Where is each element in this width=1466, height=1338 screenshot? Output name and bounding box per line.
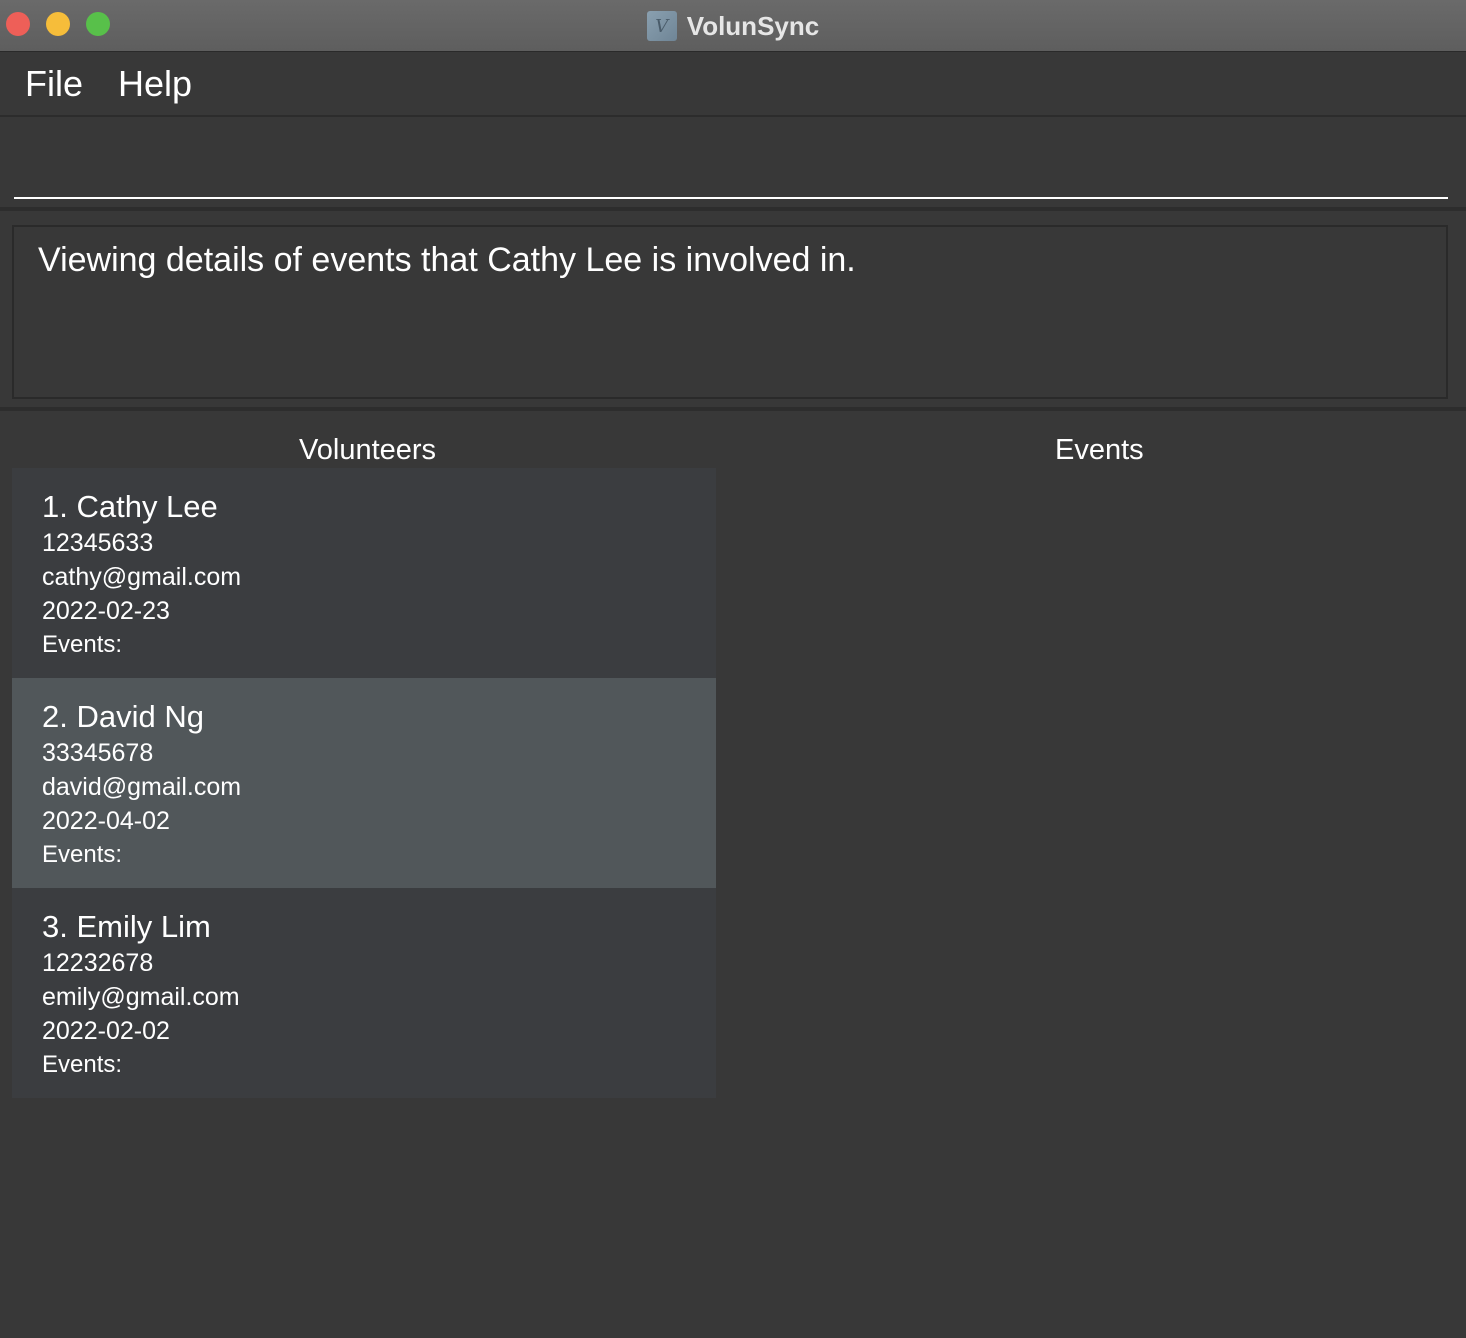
menu-bar: File Help xyxy=(0,53,1466,117)
volunteer-list[interactable]: 1. Cathy Lee 12345633 cathy@gmail.com 20… xyxy=(12,468,716,1098)
volunteer-email: cathy@gmail.com xyxy=(42,563,242,591)
result-message: Viewing details of events that Cathy Lee… xyxy=(38,241,856,279)
volunteer-card[interactable]: 1. Cathy Lee 12345633 cathy@gmail.com 20… xyxy=(12,468,716,678)
window-title: VolunSync xyxy=(686,10,820,41)
volunteer-events-label: Events: xyxy=(42,1051,123,1078)
volunteer-card-selected[interactable]: 2. David Ng 33345678 david@gmail.com 202… xyxy=(12,678,716,888)
volunteer-name: 1. Cathy Lee xyxy=(42,489,218,524)
volunteer-date: 2022-04-02 xyxy=(42,807,170,835)
volunteer-name: 3. Emily Lim xyxy=(42,909,211,944)
volunteer-date: 2022-02-02 xyxy=(42,1017,170,1045)
events-list xyxy=(740,468,1454,1328)
volunteer-date: 2022-02-23 xyxy=(42,597,170,625)
app-window: V VolunSync File Help Viewing details of… xyxy=(0,0,1466,1338)
events-panel-title: Events xyxy=(1055,434,1144,466)
result-display-box[interactable]: Viewing details of events that Cathy Lee… xyxy=(12,225,1448,399)
volunteer-email: emily@gmail.com xyxy=(42,983,240,1011)
volunteer-phone: 12232678 xyxy=(42,949,154,977)
window-title-group: V VolunSync xyxy=(0,0,1466,52)
volunteer-events-label: Events: xyxy=(42,631,123,658)
menu-help[interactable]: Help xyxy=(118,63,192,105)
volunteer-events-label: Events: xyxy=(42,841,123,868)
volunteer-phone: 12345633 xyxy=(42,529,154,557)
volunteer-name: 2. David Ng xyxy=(42,699,204,734)
volunteer-email: david@gmail.com xyxy=(42,773,242,801)
command-input[interactable] xyxy=(14,119,1448,199)
result-display-area: Viewing details of events that Cathy Lee… xyxy=(0,213,1466,411)
command-box-area xyxy=(0,119,1466,211)
app-logo-icon: V xyxy=(646,11,677,41)
title-bar[interactable]: V VolunSync xyxy=(0,0,1466,52)
volunteers-panel-title: Volunteers xyxy=(299,434,437,466)
volunteer-card[interactable]: 3. Emily Lim 12232678 emily@gmail.com 20… xyxy=(12,888,716,1098)
volunteer-phone: 33345678 xyxy=(42,739,154,767)
menu-file[interactable]: File xyxy=(25,63,83,105)
